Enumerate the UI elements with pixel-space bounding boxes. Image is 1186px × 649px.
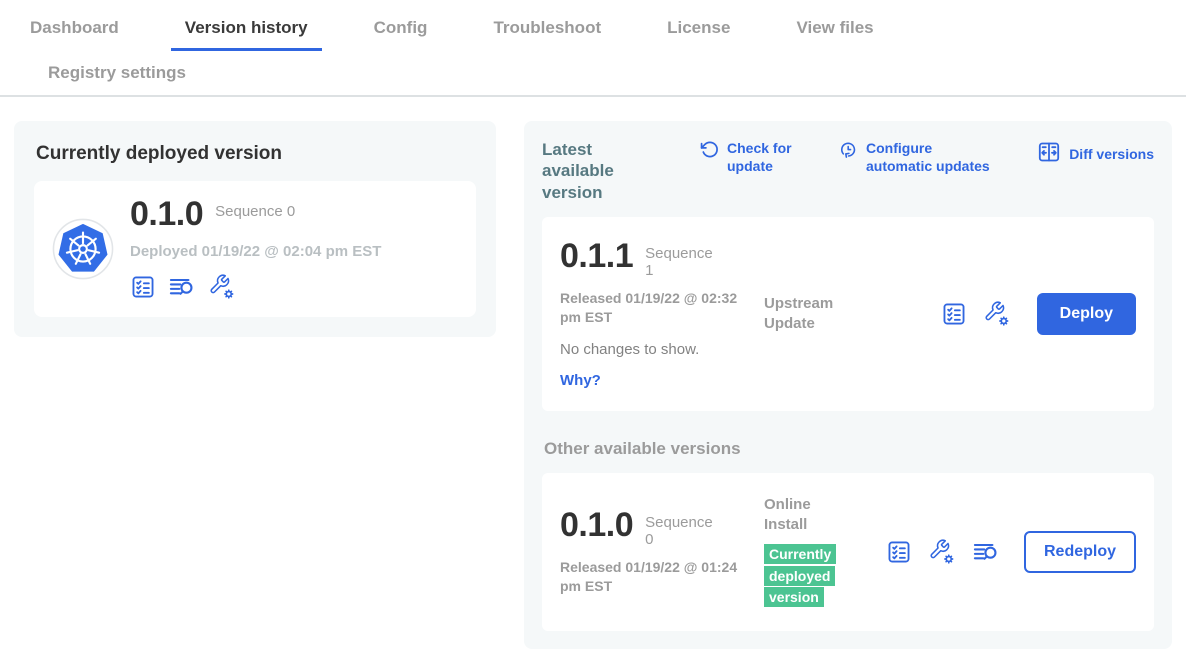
redeploy-button[interactable]: Redeploy [1024, 531, 1136, 573]
other-sequence-label: Sequence 0 [645, 508, 717, 549]
latest-version-details: 0.1.1 Sequence 1 Released 01/19/22 @ 02:… [560, 239, 760, 389]
view-logs-icon[interactable] [168, 273, 196, 301]
tab-troubleshoot[interactable]: Troubleshoot [479, 12, 615, 51]
tab-view-files[interactable]: View files [782, 12, 887, 51]
tab-config[interactable]: Config [360, 12, 442, 51]
deployed-timestamp: Deployed 01/19/22 @ 02:04 pm EST [130, 243, 381, 260]
latest-released-timestamp: Released 01/19/22 @ 02:32 pm EST [560, 289, 750, 327]
edit-config-icon[interactable] [983, 300, 1011, 328]
nav-row-1: Dashboard Version history Config Trouble… [16, 12, 1186, 51]
check-for-update-link[interactable]: Check for update [700, 139, 805, 175]
configure-automatic-updates-link[interactable]: Configure automatic updates [839, 139, 1000, 175]
currently-deployed-panel: Currently deployed version [14, 121, 496, 337]
tab-license[interactable]: License [653, 12, 744, 51]
main-content: Currently deployed version [0, 97, 1186, 649]
other-card-actions: Redeploy [886, 531, 1136, 573]
deploy-button[interactable]: Deploy [1037, 293, 1136, 335]
currently-deployed-title: Currently deployed version [36, 143, 476, 165]
other-version-status: Online Install Currently deployed versio… [764, 495, 848, 609]
diff-versions-link[interactable]: Diff versions [1037, 139, 1154, 168]
diff-icon [1037, 139, 1061, 168]
other-released-timestamp: Released 01/19/22 @ 01:24 pm EST [560, 558, 750, 596]
latest-version-number: 0.1.1 [560, 239, 633, 273]
tab-dashboard[interactable]: Dashboard [16, 12, 133, 51]
latest-available-panel: Latest available version Check for updat… [524, 121, 1172, 649]
top-nav: Dashboard Version history Config Trouble… [0, 0, 1186, 97]
other-version-number: 0.1.0 [560, 508, 633, 542]
other-version-details: 0.1.0 Sequence 0 Released 01/19/22 @ 01:… [560, 508, 760, 596]
preflight-checks-icon[interactable] [130, 274, 156, 300]
online-install-label: Online Install [764, 495, 848, 534]
latest-panel-header: Latest available version Check for updat… [542, 139, 1154, 203]
auto-update-clock-icon [839, 139, 858, 163]
currently-deployed-badge-wrap: Currently deployed version [764, 544, 844, 609]
nav-row-2: Registry settings [16, 51, 1186, 95]
edit-config-icon[interactable] [208, 273, 236, 301]
deployed-action-icons [130, 273, 381, 301]
preflight-checks-icon[interactable] [886, 539, 912, 565]
kubernetes-logo-icon [52, 218, 114, 280]
refresh-icon [700, 139, 719, 163]
latest-card-actions: Deploy [941, 293, 1136, 335]
preflight-checks-icon[interactable] [941, 301, 967, 327]
deployed-version-card: 0.1.0 Sequence 0 Deployed 01/19/22 @ 02:… [34, 181, 476, 317]
currently-deployed-badge: Currently deployed version [764, 544, 836, 607]
view-logs-icon[interactable] [972, 538, 1000, 566]
no-changes-text: No changes to show. [560, 341, 760, 358]
tab-version-history[interactable]: Version history [171, 12, 322, 51]
other-version-card: 0.1.0 Sequence 0 Released 01/19/22 @ 01:… [542, 473, 1154, 631]
edit-config-icon[interactable] [928, 538, 956, 566]
deployed-version-details: 0.1.0 Sequence 0 Deployed 01/19/22 @ 02:… [130, 197, 381, 301]
deployed-sequence-label: Sequence 0 [215, 197, 295, 220]
configure-automatic-updates-label: Configure automatic updates [866, 139, 1000, 175]
latest-available-title: Latest available version [542, 139, 666, 203]
why-link[interactable]: Why? [560, 372, 760, 389]
latest-sequence-label: Sequence 1 [645, 239, 717, 280]
tab-registry-settings[interactable]: Registry settings [34, 57, 200, 83]
upstream-update-label: Upstream Update [764, 294, 868, 333]
other-available-versions-heading: Other available versions [544, 439, 1154, 459]
deployed-version-number: 0.1.0 [130, 197, 203, 231]
latest-version-card: 0.1.1 Sequence 1 Released 01/19/22 @ 02:… [542, 217, 1154, 411]
check-for-update-label: Check for update [727, 139, 805, 175]
diff-versions-label: Diff versions [1069, 145, 1154, 163]
